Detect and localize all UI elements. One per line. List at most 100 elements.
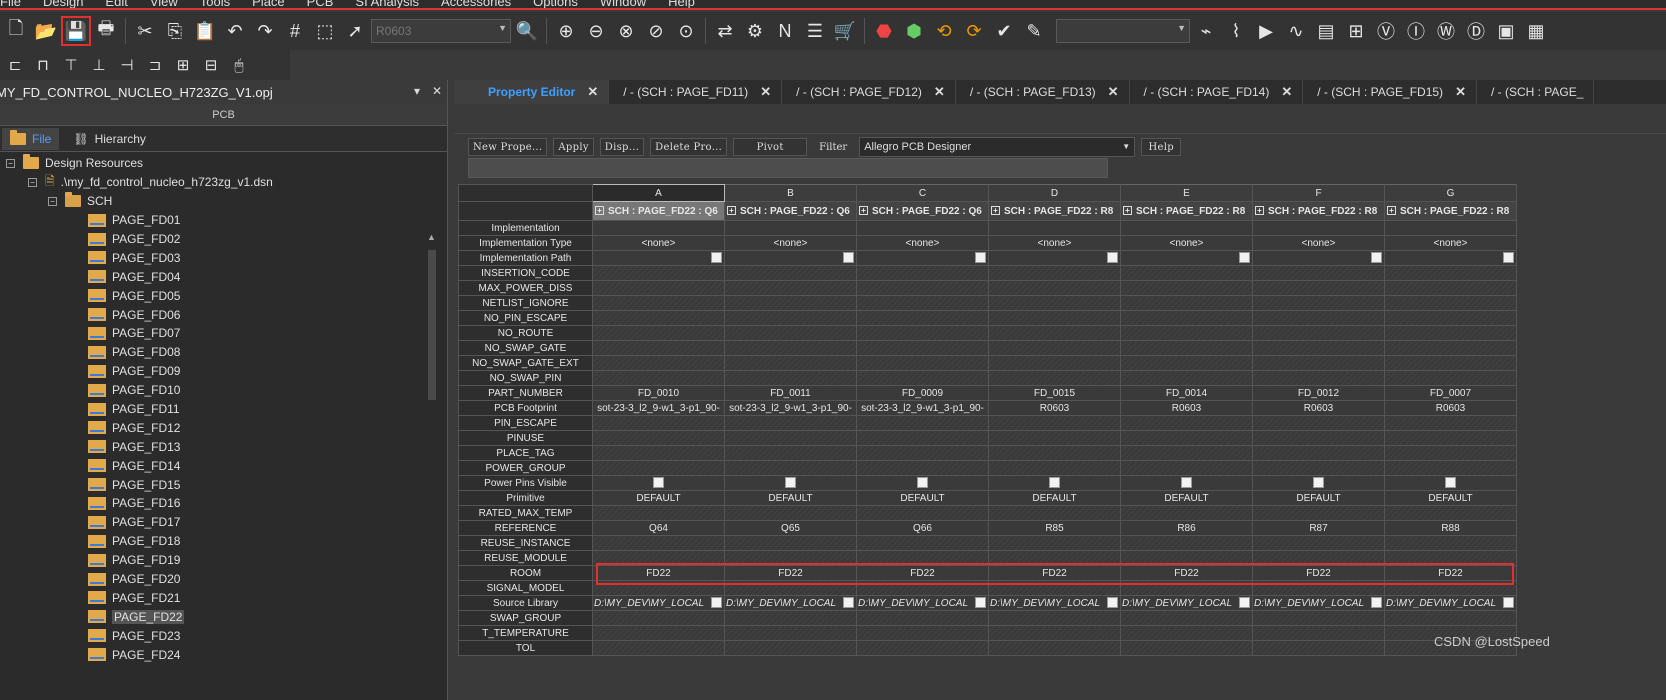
property-cell[interactable] [856, 250, 989, 266]
property-cell[interactable] [1252, 220, 1385, 236]
property-cell[interactable] [592, 250, 725, 266]
tab-file[interactable]: File [2, 127, 60, 150]
property-cell[interactable] [856, 355, 989, 371]
property-cell[interactable] [724, 220, 857, 236]
property-cell[interactable] [724, 265, 857, 281]
property-name[interactable]: PART_NUMBER [458, 385, 593, 401]
close-icon[interactable]: ✕ [934, 84, 945, 100]
property-cell[interactable]: FD_0015 [988, 385, 1121, 401]
checkbox[interactable] [917, 477, 928, 489]
open-folder-icon[interactable]: 📂 [32, 17, 60, 45]
property-cell[interactable]: FD_0010 [592, 385, 725, 401]
property-cell[interactable] [1120, 430, 1253, 446]
property-name[interactable]: NO_ROUTE [458, 325, 593, 341]
tree-item-page[interactable]: PAGE_FD02 [0, 230, 447, 249]
marker-icon[interactable]: ⊞ [1342, 17, 1370, 45]
property-cell[interactable]: FD_0014 [1120, 385, 1253, 401]
diff-icon[interactable]: Ⓓ [1462, 17, 1490, 45]
property-cell[interactable] [1252, 535, 1385, 551]
menu-item-edit[interactable]: Edit [105, 0, 127, 8]
cart-icon[interactable]: 🛒 [831, 17, 859, 45]
run-icon[interactable]: ▶ [1252, 17, 1280, 45]
property-cell[interactable]: <none> [1384, 235, 1517, 251]
property-cell[interactable] [988, 625, 1121, 641]
property-name[interactable]: MAX_POWER_DISS [458, 280, 593, 296]
browse-icon[interactable] [843, 252, 854, 263]
close-icon[interactable]: ✕ [1455, 84, 1466, 100]
property-cell[interactable] [592, 340, 725, 356]
property-cell[interactable] [856, 415, 989, 431]
annotate-icon[interactable]: ⇄ [711, 17, 739, 45]
tab-schematic-page[interactable]: / - (SCH : PAGE_FD15) ✕ [1303, 80, 1477, 104]
property-cell[interactable] [1384, 460, 1517, 476]
property-cell[interactable] [1252, 280, 1385, 296]
property-cell[interactable] [1252, 610, 1385, 626]
tree-item-design-resources[interactable]: − Design Resources [0, 154, 447, 173]
tree-item-page[interactable]: PAGE_FD18 [0, 532, 447, 551]
property-cell[interactable] [988, 340, 1121, 356]
property-name[interactable]: NO_PIN_ESCAPE [458, 310, 593, 326]
tab-hierarchy[interactable]: ⛓ Hierarchy [65, 128, 154, 150]
property-cell[interactable] [1252, 580, 1385, 596]
property-cell[interactable] [856, 610, 989, 626]
property-cell[interactable] [592, 550, 725, 566]
property-cell[interactable] [856, 265, 989, 281]
property-name[interactable]: PCB Footprint [458, 400, 593, 416]
property-cell[interactable] [1384, 280, 1517, 296]
align-middle-icon[interactable]: ⊣ [116, 51, 138, 79]
close-icon[interactable]: ✕ [587, 84, 598, 100]
property-name[interactable]: NETLIST_IGNORE [458, 295, 593, 311]
tree-item-page[interactable]: PAGE_FD03 [0, 248, 447, 267]
property-cell[interactable]: R86 [1120, 520, 1253, 536]
property-cell[interactable] [1120, 340, 1253, 356]
property-cell[interactable] [988, 535, 1121, 551]
property-cell[interactable] [988, 445, 1121, 461]
property-cell[interactable]: DEFAULT [1120, 490, 1253, 506]
property-cell[interactable] [1384, 220, 1517, 236]
property-cell[interactable] [1120, 475, 1253, 491]
property-cell[interactable] [1120, 640, 1253, 656]
tab-schematic-page[interactable]: / - (SCH : PAGE_FD13) ✕ [956, 80, 1130, 104]
align-bottom-icon[interactable]: ⊥ [88, 51, 110, 79]
menu-item-pcb[interactable]: PCB [307, 0, 334, 8]
property-cell[interactable]: <none> [724, 235, 857, 251]
property-cell[interactable] [988, 640, 1121, 656]
property-cell[interactable]: DEFAULT [724, 490, 857, 506]
property-cell[interactable] [1120, 535, 1253, 551]
property-cell[interactable] [724, 370, 857, 386]
column-header[interactable]: E [1120, 184, 1253, 202]
property-name[interactable]: SIGNAL_MODEL [458, 580, 593, 596]
browse-icon[interactable] [975, 252, 986, 263]
property-cell[interactable]: R88 [1384, 520, 1517, 536]
property-cell[interactable] [724, 415, 857, 431]
property-cell[interactable] [592, 460, 725, 476]
align-right-icon[interactable]: ⊐ [144, 51, 166, 79]
tree-item-page[interactable]: PAGE_FD04 [0, 267, 447, 286]
property-cell[interactable]: FD22 [724, 565, 857, 581]
tree-item-page[interactable]: PAGE_FD23 [0, 626, 447, 645]
property-cell[interactable] [856, 340, 989, 356]
property-cell[interactable]: D:\MY_DEV\MY_LOCAL [856, 595, 989, 611]
cut-icon[interactable]: ✂ [131, 17, 159, 45]
property-cell[interactable]: R87 [1252, 520, 1385, 536]
filter-select[interactable]: Allegro PCB Designer ▼ [859, 137, 1136, 157]
property-cell[interactable] [724, 625, 857, 641]
property-cell[interactable] [592, 640, 725, 656]
property-cell[interactable] [856, 460, 989, 476]
property-cell[interactable] [1120, 415, 1253, 431]
property-cell[interactable] [592, 610, 725, 626]
property-cell[interactable] [1384, 610, 1517, 626]
property-cell[interactable] [988, 370, 1121, 386]
property-cell[interactable] [724, 535, 857, 551]
property-cell[interactable] [1252, 430, 1385, 446]
property-cell[interactable]: <none> [1252, 235, 1385, 251]
menu-item-design[interactable]: Design [43, 0, 83, 8]
snap-icon[interactable]: ⬚ [311, 17, 339, 45]
editor-button-pivot[interactable]: Pivot [733, 138, 808, 156]
browse-icon[interactable] [1107, 597, 1118, 608]
property-cell[interactable] [988, 325, 1121, 341]
property-cell[interactable]: FD22 [988, 565, 1121, 581]
sim-profile-combo[interactable]: ▼ [1056, 19, 1190, 43]
sync-icon[interactable]: ⟲ [930, 17, 958, 45]
property-cell[interactable]: DEFAULT [988, 490, 1121, 506]
